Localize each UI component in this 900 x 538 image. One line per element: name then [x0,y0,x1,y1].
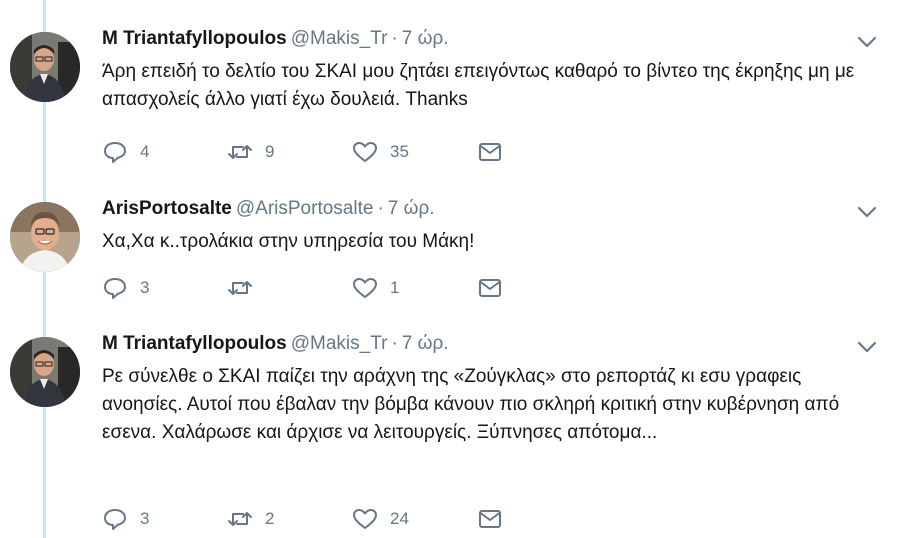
reply-icon [104,142,126,163]
like-count: 1 [390,278,400,297]
tweet-actions: 4 9 35 [102,138,522,166]
author-name[interactable]: M Triantafyllopoulos [102,333,287,354]
like-button[interactable]: 35 [352,138,409,166]
envelope-icon [479,510,501,528]
tweet-header: ArisPortosalte @ArisPortosalte · 7 ώρ. [102,198,435,220]
envelope-icon [479,143,501,161]
tweet-header: M Triantafyllopoulos @Makis_Tr · 7 ώρ. [102,28,449,50]
timestamp[interactable]: 7 ώρ. [388,198,435,219]
avatar[interactable] [10,202,80,272]
direct-message-button[interactable] [477,505,503,533]
avatar[interactable] [10,32,80,102]
retweet-button[interactable]: 9 [227,138,274,166]
author-handle[interactable]: @Makis_Tr [291,28,388,49]
retweet-button[interactable]: 2 [227,505,274,533]
author-handle[interactable]: @Makis_Tr [291,333,388,354]
reply-button[interactable]: 3 [102,274,149,302]
direct-message-button[interactable] [477,274,503,302]
avatar[interactable] [10,337,80,407]
tweet-header: M Triantafyllopoulos @Makis_Tr · 7 ώρ. [102,333,449,355]
chevron-down-icon[interactable] [856,34,878,50]
author-name[interactable]: M Triantafyllopoulos [102,28,287,49]
heart-icon [353,278,377,298]
profile-photo-man-glasses-icon [10,337,80,407]
retweet-button[interactable] [227,274,265,302]
profile-photo-man-smiling-icon [10,202,80,272]
separator: · [377,198,384,219]
profile-photo-man-glasses-icon [10,32,80,102]
retweet-count: 9 [265,142,275,161]
retweet-icon [228,512,252,526]
reply-count: 3 [140,278,150,297]
heart-icon [353,142,377,162]
reply-button[interactable]: 3 [102,505,149,533]
reply-button[interactable]: 4 [102,138,149,166]
like-count: 24 [390,509,409,528]
chevron-down-icon[interactable] [856,339,878,355]
separator: · [391,28,398,49]
tweet-text: Άρη επειδή το δελτίο του ΣΚΑΙ μου ζητάει… [102,61,855,110]
reply-count: 4 [140,142,150,161]
timestamp[interactable]: 7 ώρ. [402,28,449,49]
like-button[interactable]: 24 [352,505,409,533]
reply-icon [104,278,126,299]
retweet-icon [228,145,252,159]
reply-icon [104,509,126,530]
tweet-text: Χα,Χα κ..τρολάκια στην υπηρεσία του Μάκη… [102,231,475,252]
like-count: 35 [390,142,409,161]
retweet-icon [228,281,252,295]
separator: · [391,333,398,354]
direct-message-button[interactable] [477,138,503,166]
retweet-count: 2 [265,509,275,528]
chevron-down-icon[interactable] [856,204,878,220]
author-handle[interactable]: @ArisPortosalte [236,198,374,219]
timestamp[interactable]: 7 ώρ. [402,333,449,354]
tweet-actions: 3 1 [102,274,522,302]
like-button[interactable]: 1 [352,274,399,302]
tweet-actions: 3 2 24 [102,505,522,533]
author-name[interactable]: ArisPortosalte [102,198,232,219]
reply-count: 3 [140,509,150,528]
tweet-text: Ρε σύνελθε ο ΣΚΑΙ παίζει την αράχνη της … [102,366,840,443]
envelope-icon [479,279,501,297]
heart-icon [353,509,377,529]
